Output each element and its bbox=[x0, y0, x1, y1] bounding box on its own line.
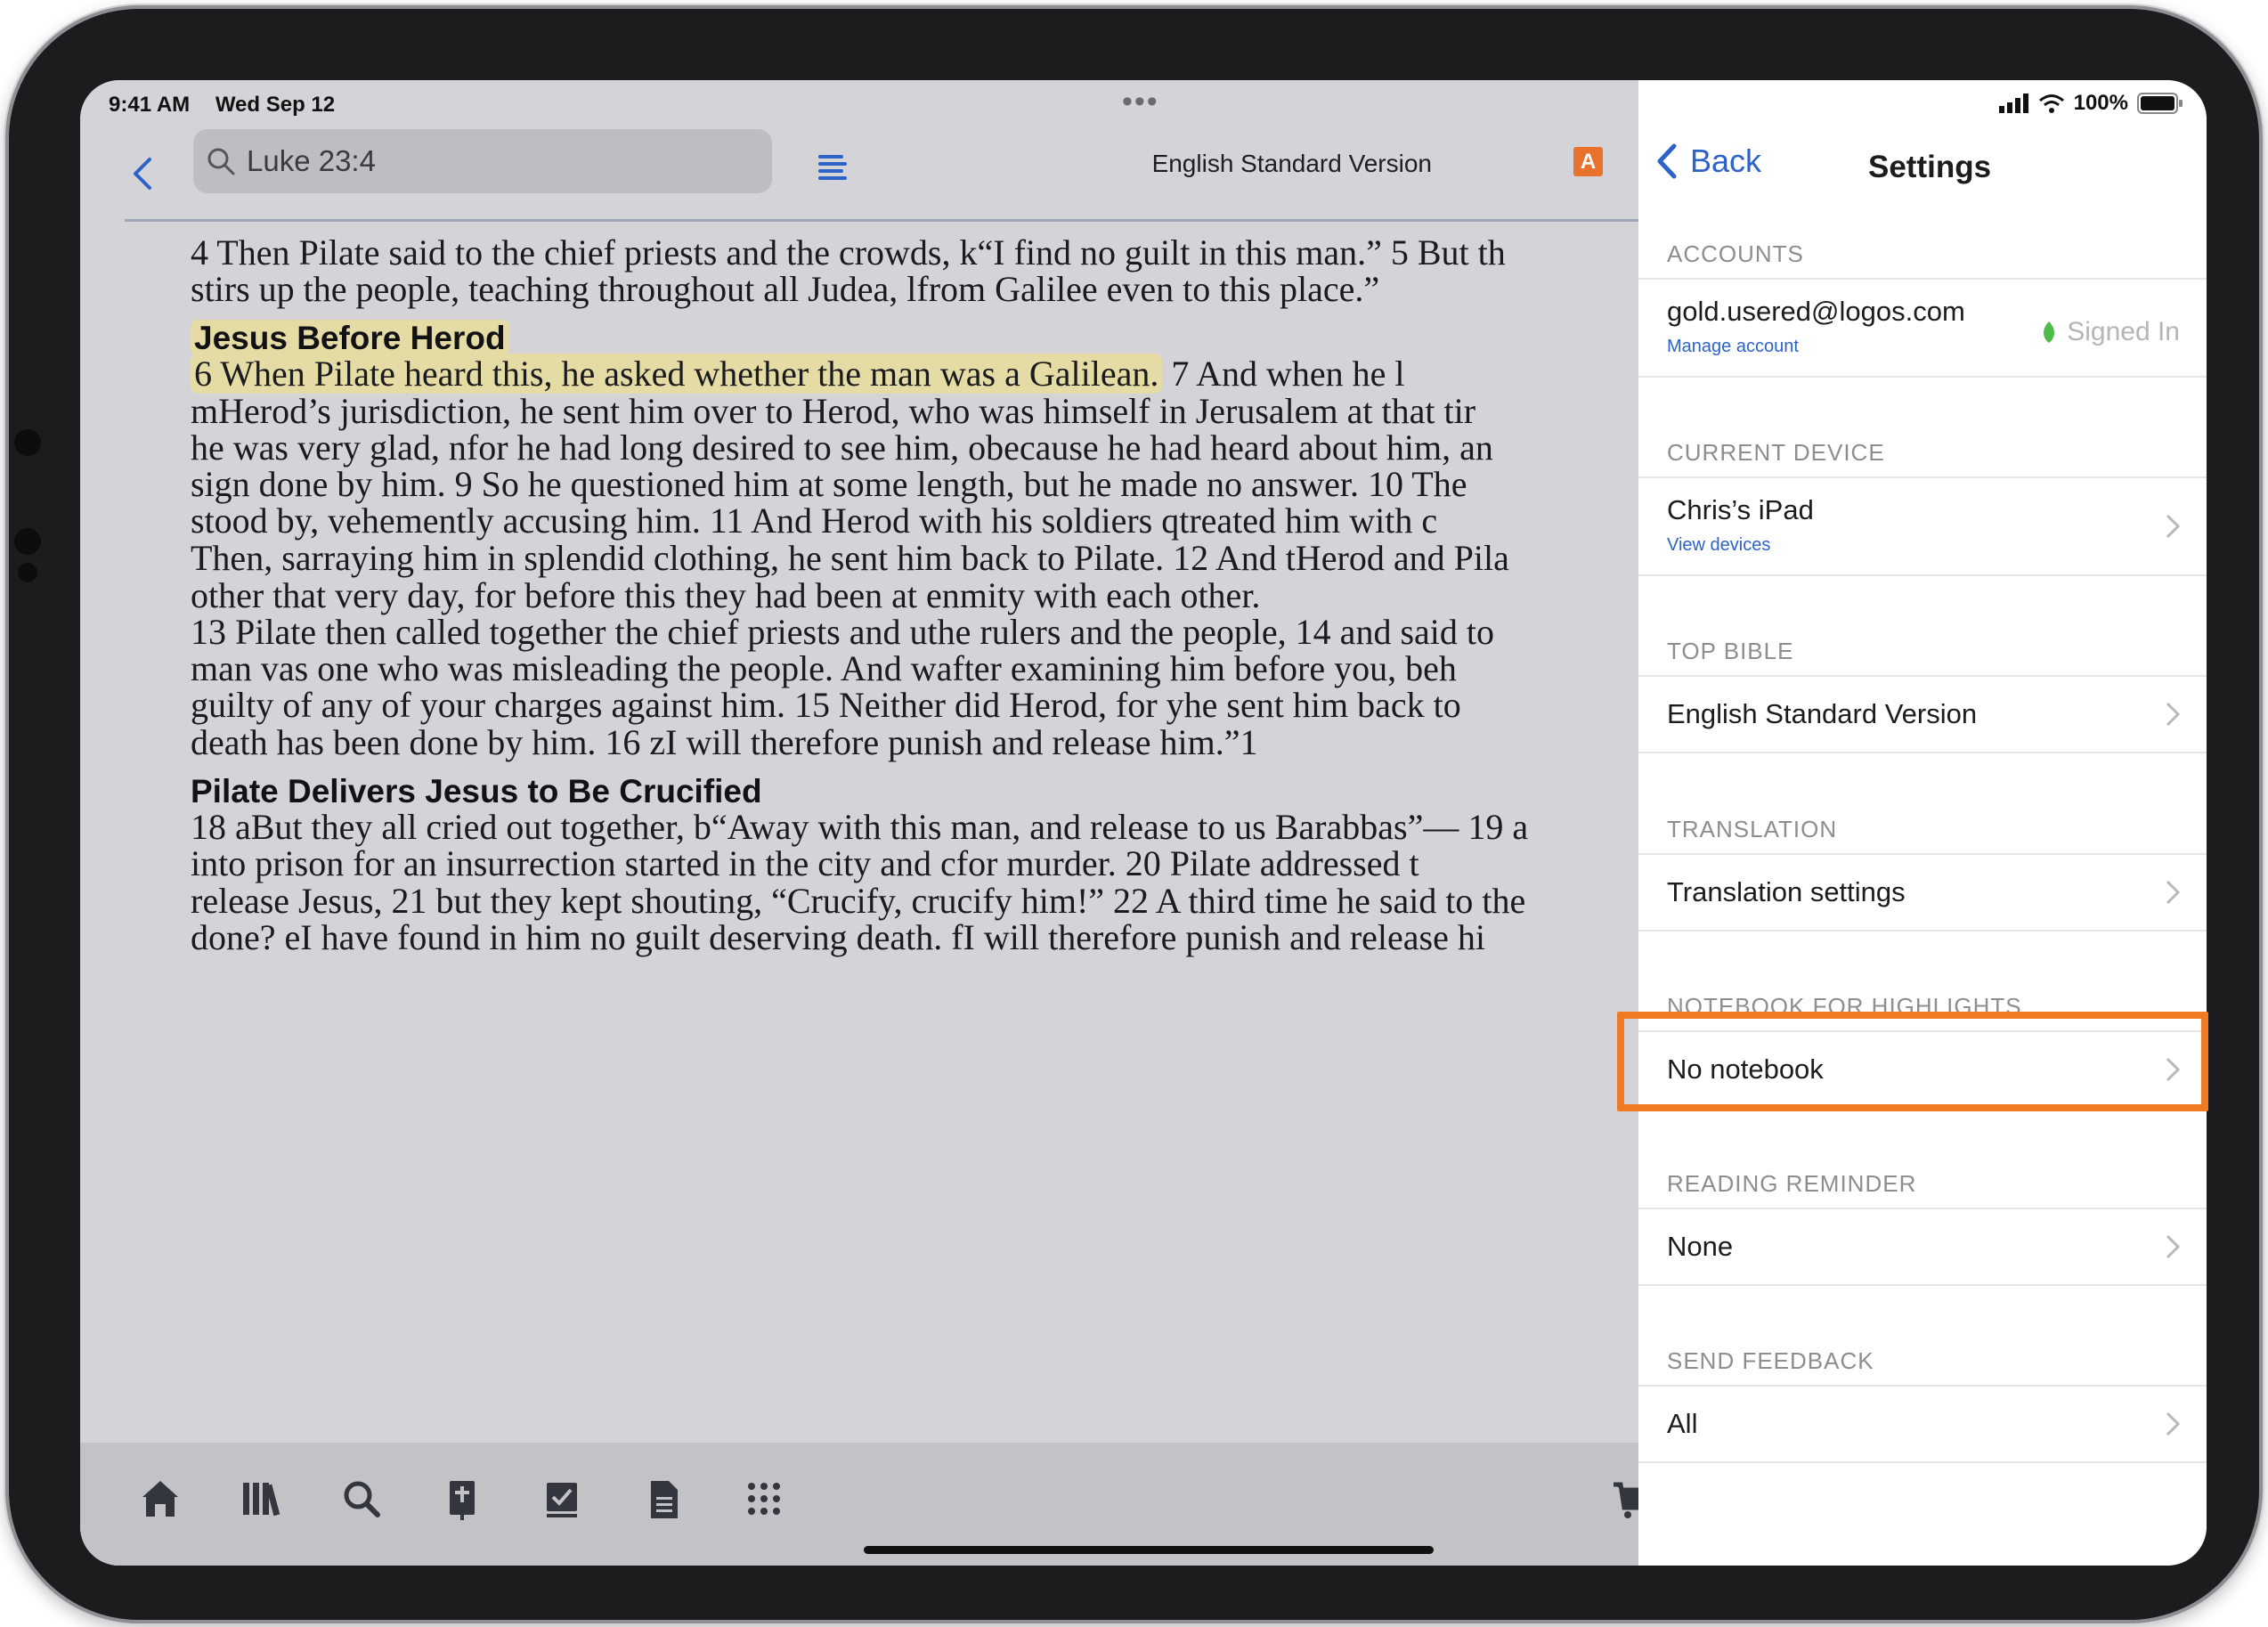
bible-icon[interactable] bbox=[437, 1474, 487, 1524]
section-heading: Jesus Before Herod bbox=[191, 320, 509, 357]
text-line: into prison for an insurrection started … bbox=[191, 843, 1419, 883]
resource-title[interactable]: English Standard Version bbox=[1152, 150, 1432, 178]
chevron-right-icon bbox=[2166, 702, 2181, 727]
side-sensor bbox=[14, 429, 41, 456]
status-bar-right: 100% bbox=[1998, 91, 2183, 116]
text-line: he was very glad, nfor he had long desir… bbox=[191, 427, 1493, 468]
reader-divider bbox=[125, 219, 1638, 222]
section-header-send-feedback: SEND FEEDBACK bbox=[1667, 1347, 1874, 1374]
reference-search-box[interactable]: Luke 23:4 bbox=[193, 129, 772, 193]
settings-back-button[interactable]: Back bbox=[1656, 142, 1761, 180]
cellular-signal-icon bbox=[1998, 94, 2028, 113]
bible-reader: 9:41 AM Wed Sep 12 ••• Luke 23:4 English… bbox=[80, 80, 1653, 1566]
signed-in-label: Signed In bbox=[2067, 317, 2180, 346]
chevron-right-icon bbox=[2166, 880, 2181, 905]
account-row[interactable]: gold.usered@logos.com Manage account Sig… bbox=[1638, 278, 2207, 378]
send-feedback-row[interactable]: All bbox=[1638, 1385, 2207, 1463]
text-line: man vas one who was misleading the peopl… bbox=[191, 648, 1457, 688]
account-email: gold.usered@logos.com bbox=[1667, 296, 1965, 327]
top-bible-value: English Standard Version bbox=[1667, 698, 1978, 729]
text-line: other that very day, for before this the… bbox=[191, 575, 1261, 615]
top-bible-row[interactable]: English Standard Version bbox=[1638, 675, 2207, 753]
reading-reminder-row[interactable]: None bbox=[1638, 1208, 2207, 1286]
table-of-contents-icon[interactable] bbox=[815, 150, 850, 185]
leaf-icon bbox=[2044, 321, 2055, 343]
section-header-translation: TRANSLATION bbox=[1667, 816, 1838, 842]
home-icon[interactable] bbox=[135, 1474, 185, 1524]
translation-value: Translation settings bbox=[1667, 876, 1906, 907]
device-name: Chris’s iPad bbox=[1667, 494, 1814, 525]
section-header-accounts: ACCOUNTS bbox=[1667, 240, 1804, 267]
text-line: guilty of any of your charges against hi… bbox=[191, 685, 1461, 725]
text-line: stirs up the people, teaching throughout… bbox=[191, 269, 1380, 309]
reading-reminder-value: None bbox=[1667, 1231, 1734, 1262]
search-icon[interactable] bbox=[337, 1474, 386, 1524]
text-line: 18 aBut they all cried out together, b“A… bbox=[191, 807, 1529, 847]
library-icon[interactable] bbox=[236, 1474, 286, 1524]
home-indicator[interactable] bbox=[864, 1546, 1434, 1554]
search-icon bbox=[207, 148, 235, 175]
text-line: release Jesus, 21 but they kept shouting… bbox=[191, 881, 1526, 921]
chevron-right-icon bbox=[2166, 1234, 2181, 1259]
text-line: death has been done by him. 16 zI will t… bbox=[191, 722, 1258, 762]
section-heading: Pilate Delivers Jesus to Be Crucified bbox=[191, 773, 762, 809]
bible-text[interactable]: 4 Then Pilate said to the chief priests … bbox=[191, 227, 1638, 1496]
document-icon[interactable] bbox=[638, 1474, 688, 1524]
reader-back-button[interactable] bbox=[116, 142, 169, 205]
text-line: 13 Pilate then called together the chief… bbox=[191, 612, 1494, 652]
text-line: mHerod’s jurisdiction, he sent him over … bbox=[191, 391, 1476, 431]
section-header-top-bible: TOP BIBLE bbox=[1667, 638, 1794, 664]
section-header-current-device: CURRENT DEVICE bbox=[1667, 439, 1885, 466]
status-time: 9:41 AM bbox=[109, 93, 191, 117]
text-line: 4 Then Pilate said to the chief priests … bbox=[191, 232, 1506, 273]
chevron-left-icon bbox=[134, 158, 151, 190]
text-line: Then, sarraying him in splendid clothing… bbox=[191, 538, 1509, 578]
side-sensor bbox=[14, 528, 41, 555]
apps-grid-icon[interactable] bbox=[739, 1474, 789, 1524]
page-title: Settings bbox=[1868, 150, 1992, 184]
side-sensor bbox=[18, 563, 37, 582]
wifi-icon bbox=[2038, 94, 2064, 113]
ipad-frame: 9:41 AM Wed Sep 12 ••• Luke 23:4 English… bbox=[5, 5, 2263, 1623]
section-header-reading-reminder: READING REMINDER bbox=[1667, 1170, 1917, 1197]
battery-percentage: 100% bbox=[2073, 91, 2128, 115]
multitasking-handle-icon[interactable]: ••• bbox=[1122, 86, 1159, 117]
resource-badge[interactable]: A bbox=[1573, 147, 1603, 176]
text-line: done? eI have found in him no guilt dese… bbox=[191, 917, 1485, 957]
chevron-right-icon bbox=[2166, 514, 2181, 539]
text-line-highlighted: 6 When Pilate heard this, he asked wheth… bbox=[191, 353, 1405, 395]
manage-account-link[interactable]: Manage account bbox=[1667, 337, 1799, 357]
checklist-icon[interactable] bbox=[538, 1474, 588, 1524]
search-query: Luke 23:4 bbox=[247, 144, 376, 177]
screen: 9:41 AM Wed Sep 12 ••• Luke 23:4 English… bbox=[80, 80, 2207, 1566]
text-line: sign done by him. 9 So he questioned him… bbox=[191, 464, 1467, 504]
send-feedback-value: All bbox=[1667, 1408, 1698, 1439]
callout-highlight bbox=[1617, 1012, 2208, 1111]
back-label: Back bbox=[1690, 142, 1762, 179]
chevron-left-icon bbox=[1657, 143, 1677, 179]
chevron-right-icon bbox=[2166, 1411, 2181, 1436]
current-device-row[interactable]: Chris’s iPad View devices bbox=[1638, 476, 2207, 576]
text-line: stood by, vehemently accusing him. 11 An… bbox=[191, 500, 1438, 541]
view-devices-link[interactable]: View devices bbox=[1667, 535, 1770, 556]
status-bar-left: 9:41 AM Wed Sep 12 bbox=[109, 93, 354, 118]
signed-in-status: Signed In bbox=[2040, 317, 2180, 347]
translation-row[interactable]: Translation settings bbox=[1638, 853, 2207, 931]
status-date: Wed Sep 12 bbox=[215, 93, 336, 117]
settings-panel: 100% Back Settings ACCOUNTS gold.usered@… bbox=[1638, 80, 2207, 1566]
battery-icon bbox=[2137, 93, 2183, 114]
